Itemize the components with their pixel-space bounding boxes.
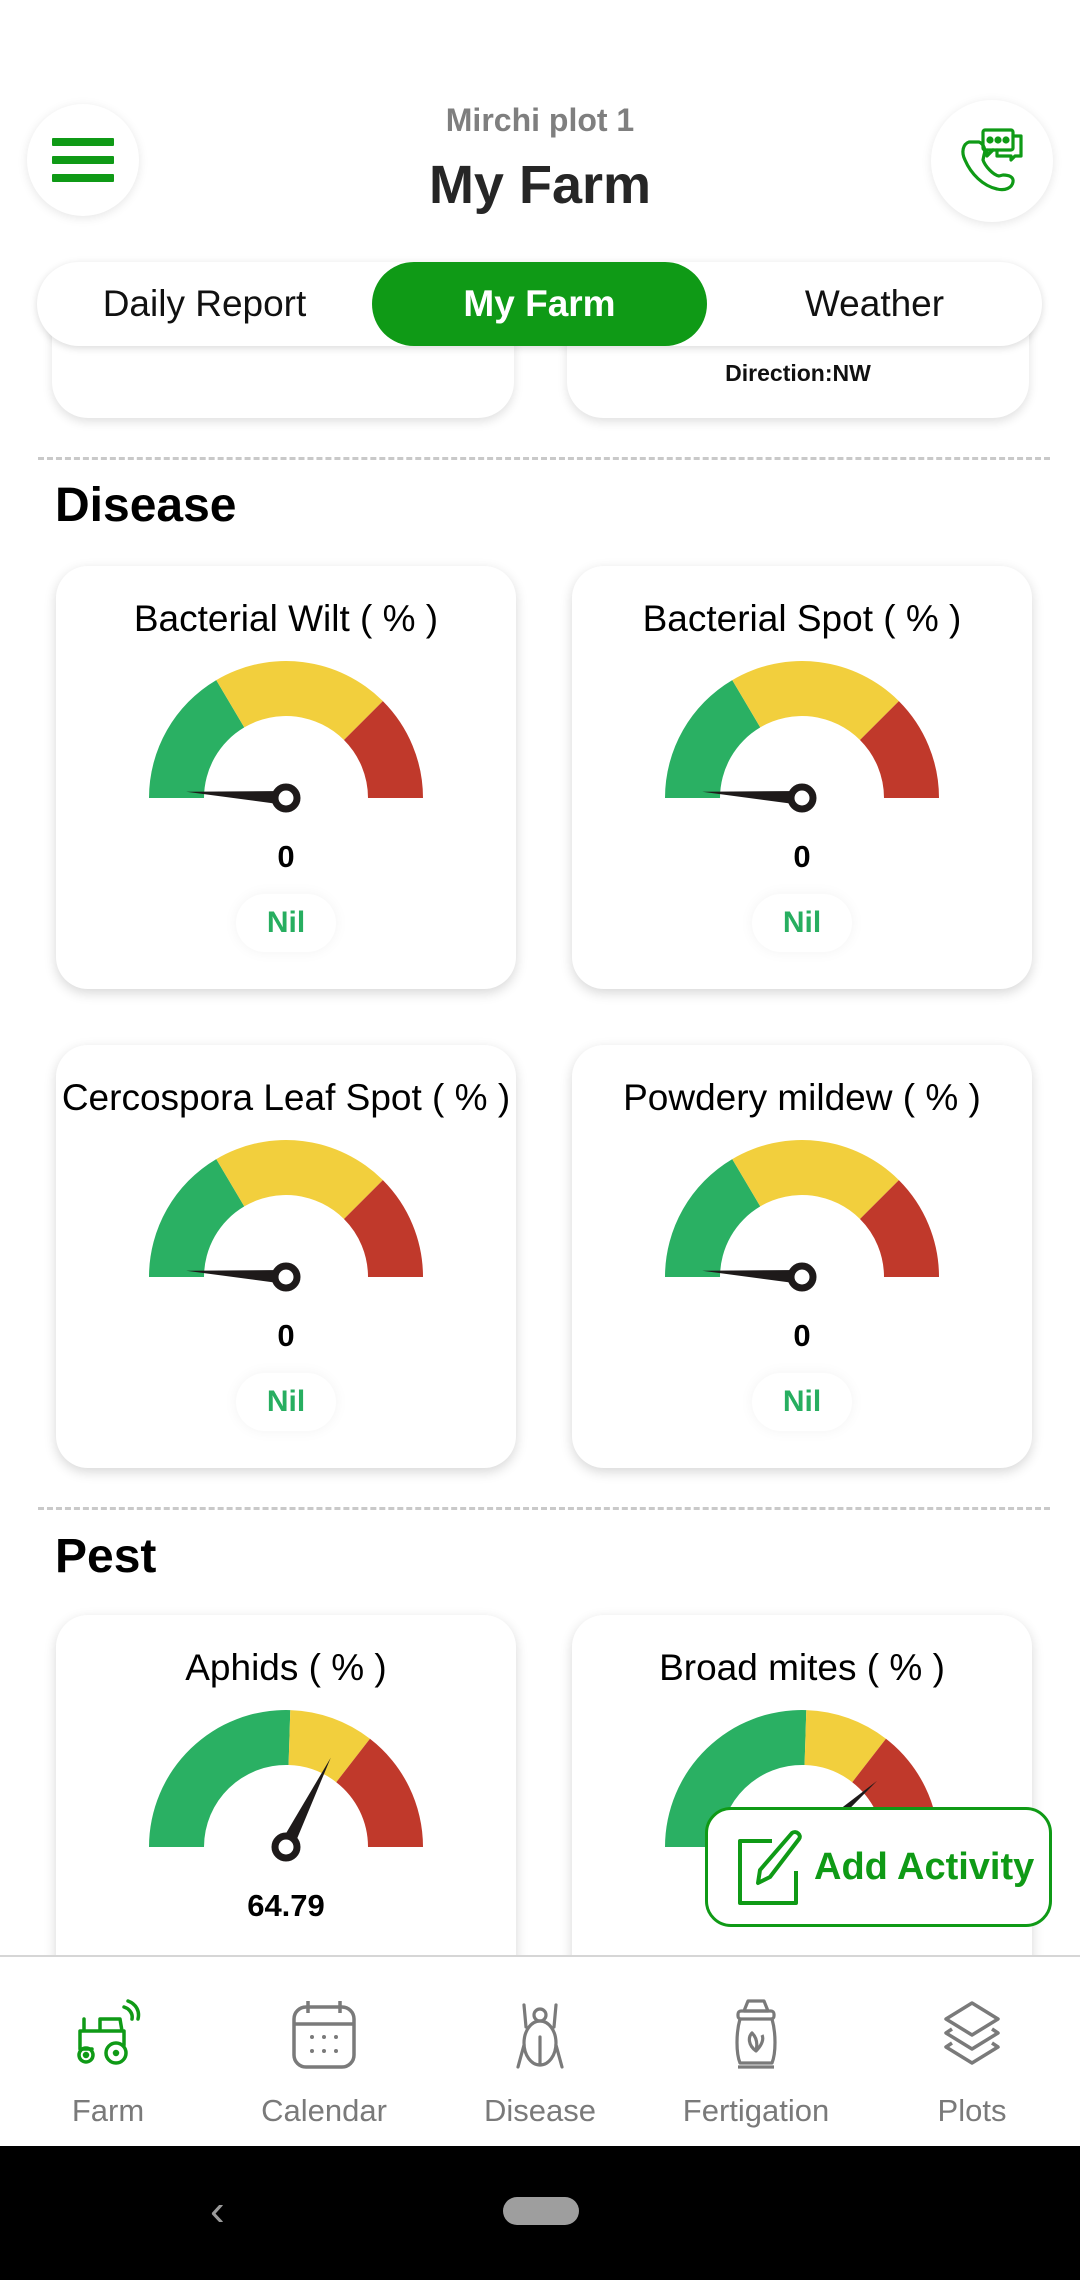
- gauge-needle-hub: [787, 1262, 817, 1292]
- gauge-needle-hub: [271, 1262, 301, 1292]
- gauge-needle-hub: [787, 783, 817, 813]
- gauge-zone-0: [149, 1710, 291, 1847]
- nav-label: Disease: [484, 2093, 596, 2128]
- status-badge: Nil: [752, 1373, 852, 1431]
- add-activity-button[interactable]: Add Activity: [705, 1807, 1052, 1927]
- nav-label: Farm: [71, 2093, 145, 2128]
- gauge-needle-hub: [271, 1832, 301, 1862]
- gauge-title: Bacterial Wilt ( % ): [133, 598, 439, 639]
- gauge-title: Aphids ( % ): [185, 1647, 387, 1688]
- bug-icon: [516, 2003, 564, 2069]
- nav-label: Plots: [937, 2093, 1007, 2128]
- nav-calendar[interactable]: Calendar: [216, 1957, 432, 2146]
- gauge-title: Bacterial Spot ( % ): [642, 598, 962, 639]
- gauge-cercospora-leaf-spot: [149, 1140, 423, 1292]
- fertilizer-bag-icon: [735, 1999, 777, 2069]
- edit-note-icon: [738, 1830, 802, 1905]
- gauge-value: 64.79: [247, 1888, 325, 1923]
- nav-fertigation[interactable]: Fertigation: [648, 1957, 864, 2146]
- tab-daily-report[interactable]: Daily Report: [37, 262, 372, 346]
- tab-weather[interactable]: Weather: [707, 262, 1042, 346]
- system-navigation-bar: ‹: [0, 2146, 1080, 2280]
- gauge-bacterial-wilt: [149, 661, 423, 813]
- nav-disease[interactable]: Disease: [432, 1957, 648, 2146]
- gauge-card-bacterial-spot[interactable]: Bacterial Spot ( % ) 0 Nil: [572, 566, 1032, 989]
- gauge-aphids: [149, 1710, 423, 1862]
- system-home-pill[interactable]: [503, 2197, 579, 2225]
- gauge-card-bacterial-wilt[interactable]: Bacterial Wilt ( % ) 0 Nil: [56, 566, 516, 989]
- section-divider: [38, 457, 1050, 460]
- support-call-button[interactable]: [931, 100, 1053, 222]
- bottom-nav: Farm Calendar Disease Fertigation Plots: [0, 1955, 1080, 2146]
- layers-icon: [944, 2001, 1000, 2065]
- add-activity-label: Add Activity: [814, 1845, 1035, 1888]
- gauge-powdery-mildew: [665, 1140, 939, 1292]
- system-back-icon[interactable]: ‹: [210, 2186, 225, 2236]
- gauge-value: 0: [793, 1318, 811, 1353]
- tractor-icon: [77, 1999, 141, 2065]
- gauge-value: 0: [793, 839, 811, 874]
- page-title: My Farm: [428, 155, 652, 215]
- gauge-bacterial-spot: [665, 661, 939, 813]
- status-badge: Nil: [236, 1373, 336, 1431]
- disease-section-title: Disease: [55, 479, 237, 532]
- status-badge: Nil: [236, 894, 336, 952]
- gauge-needle-hub: [271, 783, 301, 813]
- gauge-card-powdery-mildew[interactable]: Powdery mildew ( % ) 0 Nil: [572, 1045, 1032, 1468]
- tab-my-farm[interactable]: My Farm: [372, 262, 707, 346]
- nav-label: Fertigation: [682, 2093, 830, 2128]
- gauge-title: Broad mites ( % ): [659, 1647, 945, 1688]
- gauge-title: Cercospora Leaf Spot ( % ): [61, 1077, 511, 1118]
- nav-farm[interactable]: Farm: [0, 1957, 216, 2146]
- status-badge: Nil: [752, 894, 852, 952]
- nav-plots[interactable]: Plots: [864, 1957, 1080, 2146]
- gauge-card-cercospora-leaf-spot[interactable]: Cercospora Leaf Spot ( % ) 0 Nil: [56, 1045, 516, 1468]
- pest-section-title: Pest: [55, 1530, 157, 1583]
- nav-label: Calendar: [261, 2093, 387, 2128]
- gauge-value: 0: [277, 1318, 295, 1353]
- calendar-icon: [292, 2001, 356, 2069]
- view-tabs: Daily Report My Farm Weather: [37, 262, 1042, 346]
- gauge-value: 0: [277, 839, 295, 874]
- plot-name: Mirchi plot 1: [445, 102, 635, 138]
- phone-chat-support-icon: [961, 128, 1023, 192]
- section-divider: [38, 1507, 1050, 1510]
- gauge-title: Powdery mildew ( % ): [623, 1077, 981, 1118]
- wind-direction: Direction:NW: [725, 360, 871, 386]
